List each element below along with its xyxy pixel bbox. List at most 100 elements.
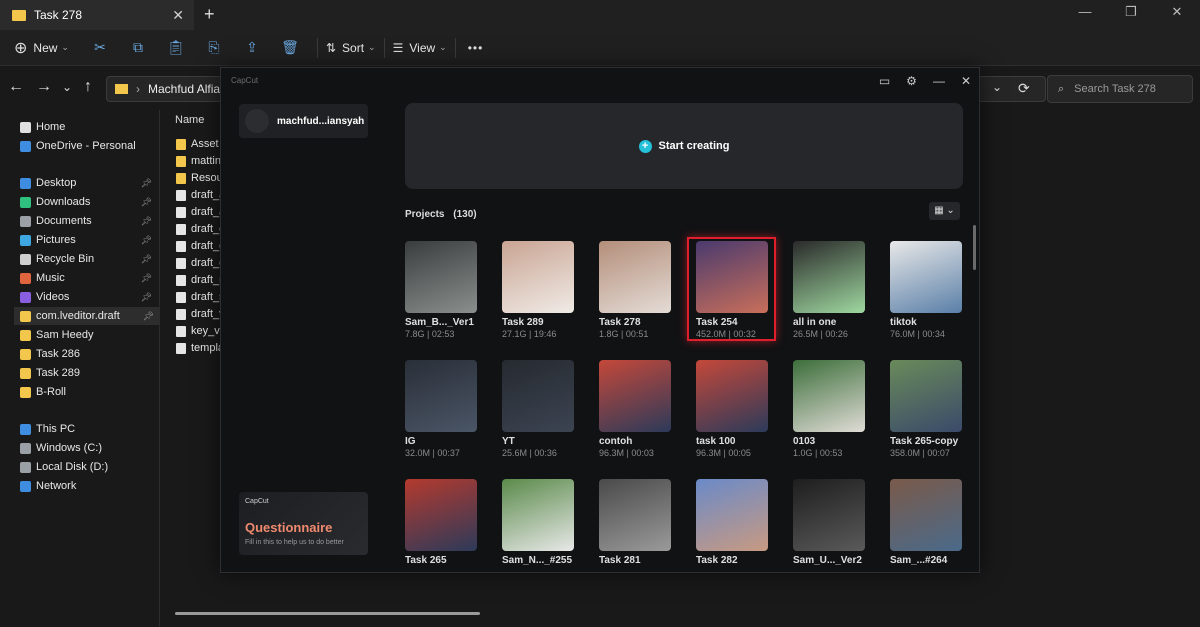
project-name: task 100 bbox=[696, 436, 736, 447]
sidebar-item[interactable]: This PC bbox=[20, 420, 158, 438]
close-window-icon[interactable]: ✕ bbox=[1154, 0, 1200, 30]
project-thumbnail[interactable] bbox=[599, 241, 671, 313]
sidebar-item[interactable]: Home bbox=[20, 118, 158, 136]
up-arrow-icon[interactable]: ↑ bbox=[84, 78, 92, 96]
project-thumbnail[interactable] bbox=[793, 241, 865, 313]
delete-icon[interactable]: 🗑︎ bbox=[271, 39, 309, 56]
rename-icon[interactable]: ⎘ bbox=[195, 39, 233, 56]
project-thumbnail[interactable] bbox=[890, 360, 962, 432]
project-thumbnail[interactable] bbox=[696, 360, 768, 432]
project-thumbnail[interactable] bbox=[502, 241, 574, 313]
project-thumbnail[interactable] bbox=[793, 479, 865, 551]
close-icon[interactable]: ✕ bbox=[961, 74, 971, 88]
project-thumbnail[interactable] bbox=[405, 241, 477, 313]
horizontal-scrollbar[interactable] bbox=[175, 612, 480, 615]
sidebar-item[interactable]: Desktop 📌︎ bbox=[20, 174, 158, 192]
project-card[interactable]: task 100 96.3M | 00:05 bbox=[696, 360, 768, 458]
sidebar-item[interactable]: Network bbox=[20, 477, 158, 495]
project-thumbnail[interactable] bbox=[890, 241, 962, 313]
project-card[interactable]: IG 32.0M | 00:37 bbox=[405, 360, 477, 458]
close-tab-icon[interactable]: ✕ bbox=[172, 7, 184, 24]
file-list-item[interactable]: draft_c bbox=[176, 255, 225, 271]
project-card[interactable]: 0103 1.0G | 00:53 bbox=[793, 360, 865, 458]
file-list-item[interactable]: draft_c bbox=[176, 238, 225, 254]
view-mode-toggle[interactable]: ▦ ⌄ bbox=[929, 202, 960, 220]
paste-icon[interactable]: 📋︎ bbox=[157, 39, 195, 56]
maximize-icon[interactable]: ❐ bbox=[1108, 0, 1154, 30]
sort-button[interactable]: ⇅ Sort ⌄ bbox=[326, 41, 376, 55]
project-card[interactable]: all in one 26.5M | 00:26 bbox=[793, 241, 865, 339]
feedback-icon[interactable]: ▭ bbox=[879, 74, 890, 88]
sidebar-item[interactable]: com.lveditor.draft 📌︎ bbox=[14, 307, 160, 325]
file-list-item[interactable]: templa bbox=[176, 340, 224, 356]
project-thumbnail[interactable] bbox=[502, 360, 574, 432]
sidebar-item[interactable]: Windows (C:) bbox=[20, 439, 158, 457]
new-button[interactable]: ⊕ New ⌄ bbox=[14, 38, 69, 58]
project-card[interactable]: Task 282 bbox=[696, 479, 768, 567]
sidebar-item[interactable]: B-Roll bbox=[20, 383, 158, 401]
project-thumbnail[interactable] bbox=[502, 479, 574, 551]
sidebar-item[interactable]: Task 289 bbox=[20, 364, 158, 382]
start-creating-button[interactable]: + Start creating bbox=[405, 103, 963, 189]
sidebar-item[interactable]: Local Disk (D:) bbox=[20, 458, 158, 476]
settings-gear-icon[interactable]: ⚙ bbox=[906, 74, 917, 88]
project-card[interactable]: tiktok 76.0M | 00:34 bbox=[890, 241, 962, 339]
user-profile-card[interactable]: machfud...iansyah bbox=[239, 104, 368, 138]
file-list-item[interactable]: draft_n bbox=[176, 272, 225, 288]
view-button[interactable]: ☰ View ⌄ bbox=[393, 41, 447, 55]
sidebar-item[interactable]: Downloads 📌︎ bbox=[20, 193, 158, 211]
project-meta: 26.5M | 00:26 bbox=[793, 329, 848, 339]
file-list-item[interactable]: draft_a bbox=[176, 204, 225, 220]
sidebar-item[interactable]: Music 📌︎ bbox=[20, 269, 158, 287]
project-card[interactable]: Task 281 bbox=[599, 479, 671, 567]
project-card[interactable]: Task 289 27.1G | 19:46 bbox=[502, 241, 574, 339]
share-icon[interactable]: ⇪ bbox=[233, 39, 271, 56]
project-meta: 32.0M | 00:37 bbox=[405, 448, 460, 458]
project-thumbnail[interactable] bbox=[793, 360, 865, 432]
file-list-item[interactable]: draft_v bbox=[176, 306, 225, 322]
sidebar-item[interactable]: Task 286 bbox=[20, 345, 158, 363]
project-card[interactable]: Sam_B..._Ver1 7.8G | 02:53 bbox=[405, 241, 477, 339]
questionnaire-banner[interactable]: CapCut Questionnaire Fill in this to hel… bbox=[239, 492, 368, 555]
project-thumbnail[interactable] bbox=[405, 479, 477, 551]
project-card[interactable]: YT 25.6M | 00:36 bbox=[502, 360, 574, 458]
vertical-scrollbar[interactable] bbox=[973, 225, 976, 270]
sidebar-item[interactable]: Sam Heedy bbox=[20, 326, 158, 344]
column-header-name[interactable]: Name bbox=[175, 114, 204, 126]
project-thumbnail[interactable] bbox=[696, 479, 768, 551]
file-list-item[interactable]: Resour bbox=[176, 170, 226, 186]
file-list-item[interactable]: draft_s bbox=[176, 289, 225, 305]
project-card[interactable]: Sam_N..._#255 bbox=[502, 479, 574, 567]
project-thumbnail[interactable] bbox=[890, 479, 962, 551]
copy-icon[interactable]: ⧉ bbox=[119, 39, 157, 56]
more-options-button[interactable]: ••• bbox=[468, 41, 484, 55]
file-list-item[interactable]: draft_a bbox=[176, 187, 225, 203]
search-input[interactable]: ⌕ Search Task 278 bbox=[1047, 75, 1193, 103]
project-card[interactable]: Sam_...#264 bbox=[890, 479, 962, 567]
sidebar-item[interactable]: Pictures 📌︎ bbox=[20, 231, 158, 249]
sidebar-item[interactable]: Documents 📌︎ bbox=[20, 212, 158, 230]
project-thumbnail[interactable] bbox=[599, 360, 671, 432]
recent-locations-icon[interactable]: ⌄ bbox=[62, 80, 72, 94]
address-dropdown-icon[interactable]: ⌄ bbox=[992, 80, 1002, 94]
project-card[interactable]: Sam_U..._Ver2 bbox=[793, 479, 865, 567]
sidebar-item[interactable]: Videos 📌︎ bbox=[20, 288, 158, 306]
file-list-item[interactable]: Asset bbox=[176, 136, 219, 152]
back-arrow-icon[interactable]: ← bbox=[8, 78, 24, 96]
project-card[interactable]: Task 265-copy 358.0M | 00:07 bbox=[890, 360, 962, 458]
minimize-icon[interactable]: — bbox=[1062, 0, 1108, 30]
tab-task-278[interactable]: Task 278 ✕ bbox=[0, 0, 194, 30]
refresh-icon[interactable]: ⟳ bbox=[1018, 80, 1030, 97]
new-tab-button[interactable]: + bbox=[204, 4, 215, 25]
sidebar-item[interactable]: OneDrive - Personal bbox=[20, 137, 158, 155]
project-card[interactable]: Task 278 1.8G | 00:51 bbox=[599, 241, 671, 339]
cut-icon[interactable]: ✂ bbox=[81, 39, 119, 56]
file-list-item[interactable]: draft_c bbox=[176, 221, 225, 237]
project-card[interactable]: Task 265 bbox=[405, 479, 477, 567]
sidebar-item[interactable]: Recycle Bin 📌︎ bbox=[20, 250, 158, 268]
project-thumbnail[interactable] bbox=[599, 479, 671, 551]
minimize-icon[interactable]: — bbox=[933, 74, 945, 88]
forward-arrow-icon[interactable]: → bbox=[36, 78, 52, 96]
project-thumbnail[interactable] bbox=[405, 360, 477, 432]
project-card[interactable]: contoh 96.3M | 00:03 bbox=[599, 360, 671, 458]
